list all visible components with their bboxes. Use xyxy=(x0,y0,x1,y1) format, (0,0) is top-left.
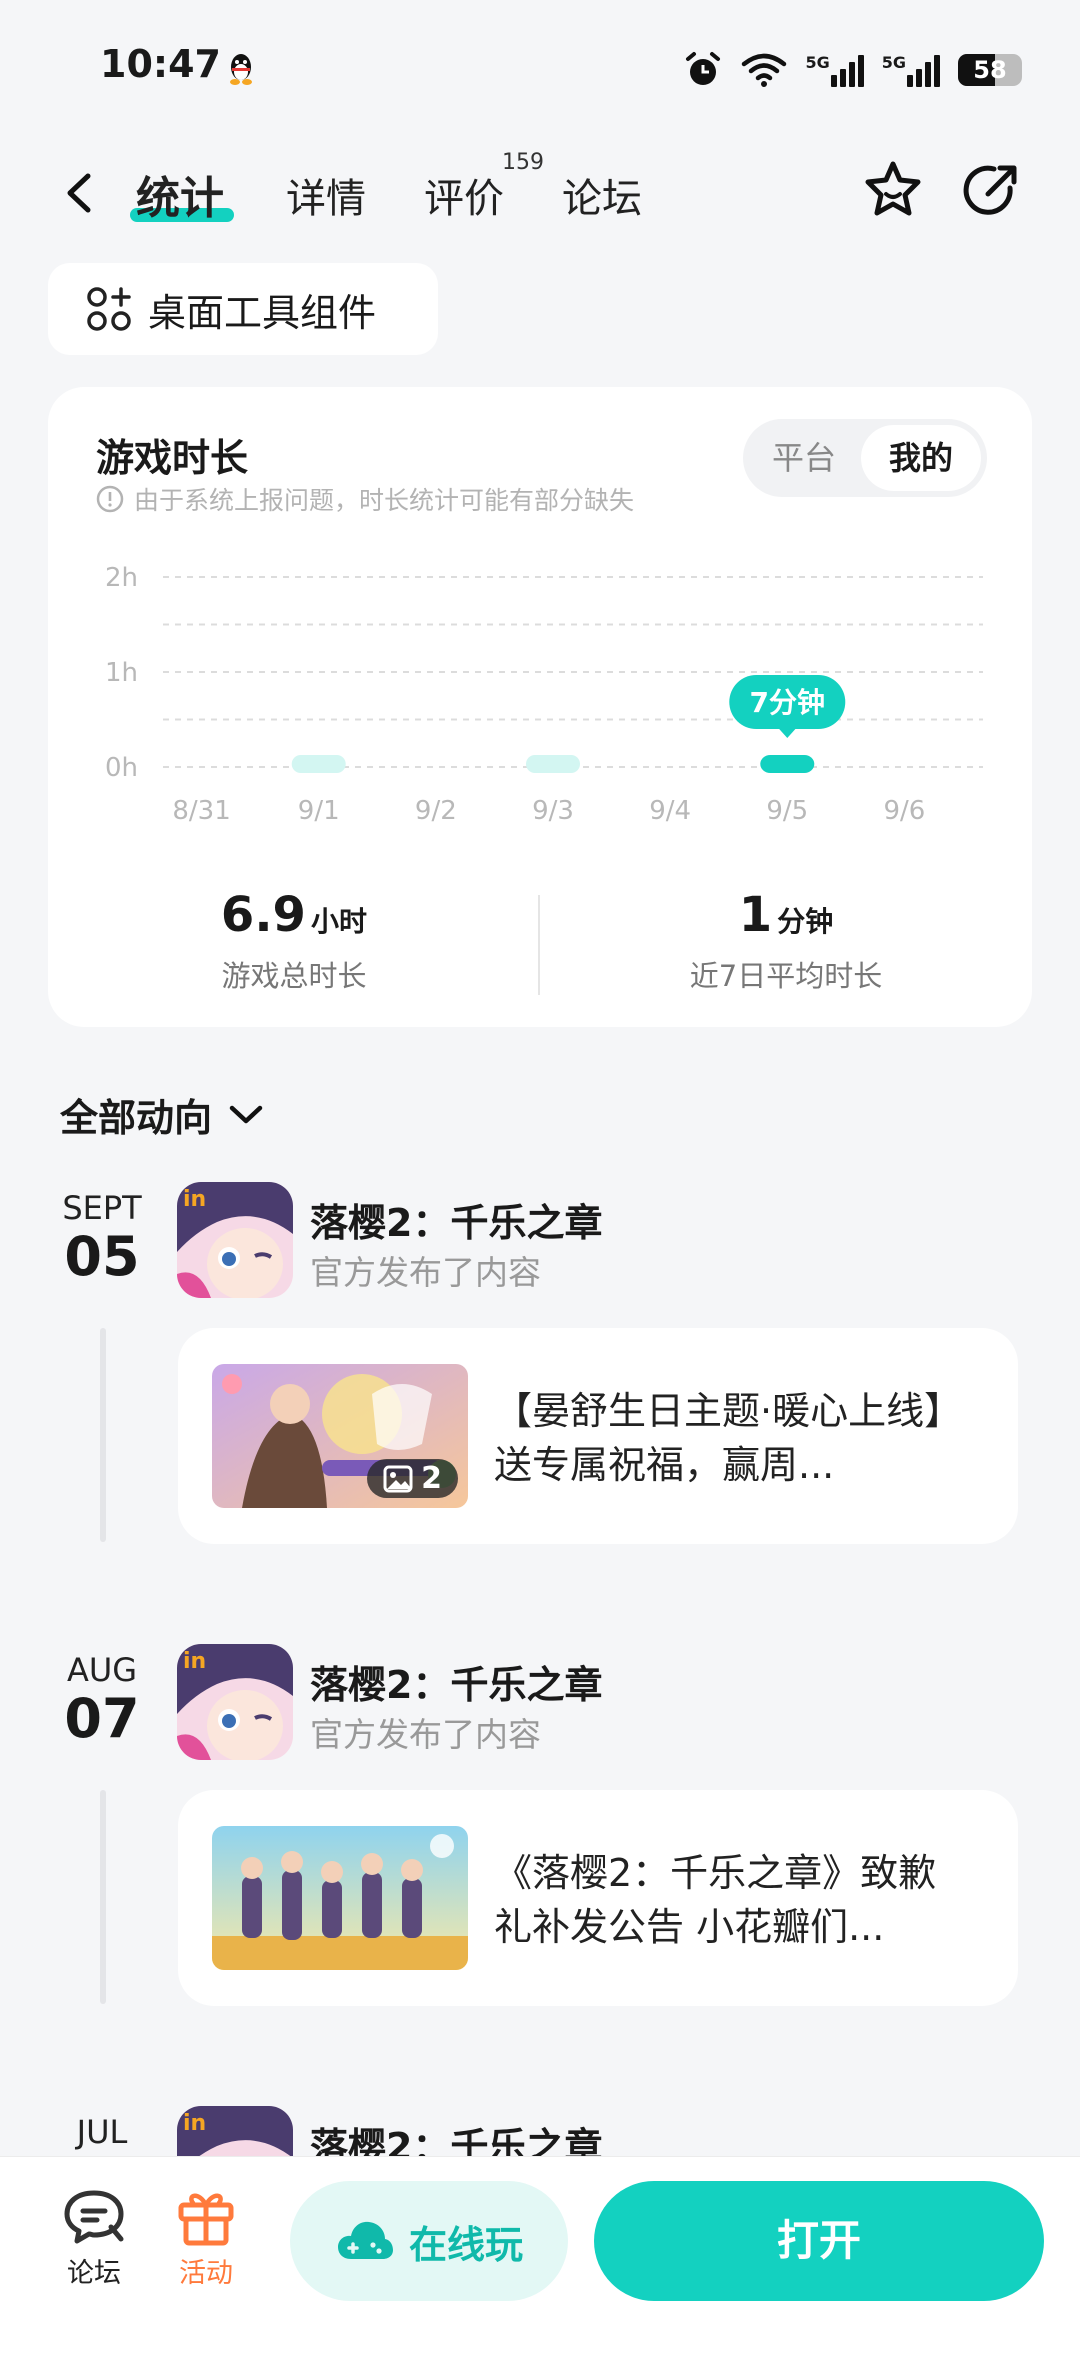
info-icon xyxy=(96,485,124,513)
timeline-line xyxy=(100,1328,106,1542)
chart-y-tick: 1h xyxy=(105,658,138,688)
status-time: 10:47 xyxy=(100,42,221,86)
game-avatar[interactable]: in xyxy=(177,1644,293,1760)
activity-filter-label: 全部动向 xyxy=(60,1096,213,1140)
chart-y-tick: 2h xyxy=(105,563,138,593)
favorite-star-icon[interactable] xyxy=(860,158,926,224)
chart-x-tick: 8/31 xyxy=(172,796,230,826)
game-name[interactable]: 落樱2：千乐之章 xyxy=(310,1192,602,1247)
average-playtime-label: 近7日平均时长 xyxy=(689,959,883,993)
desktop-widget-button[interactable]: 桌面工具组件 xyxy=(48,263,438,355)
game-name[interactable]: 落樱2：千乐之章 xyxy=(310,1654,602,1709)
battery-icon: 58 xyxy=(958,54,1022,86)
gift-icon xyxy=(178,2193,234,2246)
total-playtime-label: 游戏总时长 xyxy=(221,959,367,993)
play-online-button[interactable]: 在线玩 xyxy=(290,2181,568,2301)
post-title: 《落樱2：千乐之章》致歉礼补发公告 小花瓣们... xyxy=(494,1851,937,1949)
chart-bar-placeholder xyxy=(291,755,346,773)
alarm-icon xyxy=(686,52,721,85)
game-avatar-image: in xyxy=(177,1182,293,1298)
post-card[interactable]: 《落樱2：千乐之章》致歉礼补发公告 小花瓣们... xyxy=(178,1790,1018,2006)
chart-x-tick: 9/5 xyxy=(766,796,808,826)
forum-nav-label: 论坛 xyxy=(67,2258,121,2289)
post-title: 【晏舒生日主题·暖心上线】送专属祝福，赢周... xyxy=(494,1389,963,1487)
tab-forum[interactable]: 论坛 xyxy=(562,166,642,224)
average-playtime-unit: 分钟 xyxy=(777,905,834,938)
activity-filter[interactable]: 全部动向 xyxy=(60,1087,264,1142)
game-subtitle: 官方发布了内容 xyxy=(310,1253,541,1292)
chevron-down-icon xyxy=(229,1105,263,1123)
chart-bar-placeholder xyxy=(526,755,580,773)
average-playtime: 1 分钟 xyxy=(540,887,1032,943)
chart-x-tick: 9/3 xyxy=(532,796,574,826)
total-playtime-unit: 小时 xyxy=(311,905,368,938)
post-thumbnail xyxy=(212,1826,468,1970)
desktop-widget-label: 桌面工具组件 xyxy=(148,290,377,335)
total-playtime: 6.9 小时 xyxy=(48,887,540,943)
chart-tooltip-pointer xyxy=(778,728,797,738)
status-bar: 10:47 5G 5G 58 xyxy=(0,0,1080,140)
chart-tooltip-label: 7分钟 xyxy=(750,686,825,719)
svg-text:in: in xyxy=(183,1187,206,1212)
tab-reviews[interactable]: 评价 xyxy=(424,166,504,224)
wifi-icon xyxy=(742,53,787,87)
playtime-card: 游戏时长 由于系统上报问题，时长统计可能有部分缺失 平台 我的 0h 1h 2h 8/… xyxy=(48,387,1032,1027)
chart-x-tick: 9/6 xyxy=(884,796,926,826)
open-game-button[interactable]: 打开 xyxy=(594,2181,1044,2301)
play-online-label: 在线玩 xyxy=(408,2222,523,2267)
svg-text:in: in xyxy=(183,2111,206,2136)
signal-1-icon: 5G xyxy=(805,53,864,87)
game-avatar[interactable]: in xyxy=(177,1182,293,1298)
post-card[interactable]: 2 【晏舒生日主题·暖心上线】送专属祝福，赢周... xyxy=(178,1328,1018,1544)
tab-details[interactable]: 详情 xyxy=(286,166,366,224)
review-count-badge: 159 xyxy=(502,150,544,175)
timeline-line xyxy=(100,1790,106,2004)
chart-x-tick: 9/1 xyxy=(298,796,340,826)
status-icons: 5G 5G 58 xyxy=(683,50,1022,90)
chart-x-tick: 9/2 xyxy=(415,796,457,826)
share-icon[interactable] xyxy=(958,158,1024,224)
image-count-badge: 2 xyxy=(367,1459,458,1498)
forum-chat-icon xyxy=(64,2190,124,2244)
post-image xyxy=(212,1826,468,1970)
chart-y-tick: 0h xyxy=(105,753,138,783)
activity-nav[interactable]: 活动 xyxy=(168,2187,244,2290)
game-avatar-image: in xyxy=(177,1644,293,1760)
feed-month: AUG xyxy=(66,1651,138,1689)
cloud-gamepad-icon xyxy=(337,2221,393,2259)
feed-month: SEPT xyxy=(62,1189,142,1227)
tab-stats[interactable]: 统计 xyxy=(136,162,224,226)
image-icon xyxy=(383,1465,413,1492)
widget-grid-icon xyxy=(87,287,131,331)
playtime-chart: 0h 1h 2h 8/31 9/1 9/2 9/3 9/4 9/5 7分钟 9/6 xyxy=(105,563,983,826)
playtime-title: 游戏时长 xyxy=(96,436,249,480)
feed-day: 05 xyxy=(64,1225,140,1288)
playtime-note: 由于系统上报问题，时长统计可能有部分缺失 xyxy=(96,481,634,517)
back-arrow-icon[interactable] xyxy=(60,170,100,216)
signal-2-icon: 5G xyxy=(882,53,940,87)
feed-day: 07 xyxy=(64,1687,140,1750)
toggle-mine[interactable]: 我的 xyxy=(861,425,981,491)
total-playtime-value: 6.9 xyxy=(220,887,306,943)
chart-x-tick: 9/4 xyxy=(649,796,691,826)
activity-nav-label: 活动 xyxy=(179,2258,233,2289)
toggle-platform[interactable]: 平台 xyxy=(743,419,865,497)
post-thumbnail: 2 xyxy=(212,1364,468,1508)
bottom-action-bar: 论坛 活动 在线玩 打开 xyxy=(0,2156,1080,2374)
svg-text:in: in xyxy=(183,1649,206,1674)
game-subtitle: 官方发布了内容 xyxy=(310,1715,541,1754)
qq-notification-icon xyxy=(230,54,252,85)
average-playtime-value: 1 xyxy=(738,887,773,943)
forum-nav[interactable]: 论坛 xyxy=(56,2187,132,2290)
source-toggle[interactable]: 平台 我的 xyxy=(743,419,987,497)
feed-month: JUL xyxy=(76,2113,128,2151)
chart-bar xyxy=(760,755,815,773)
